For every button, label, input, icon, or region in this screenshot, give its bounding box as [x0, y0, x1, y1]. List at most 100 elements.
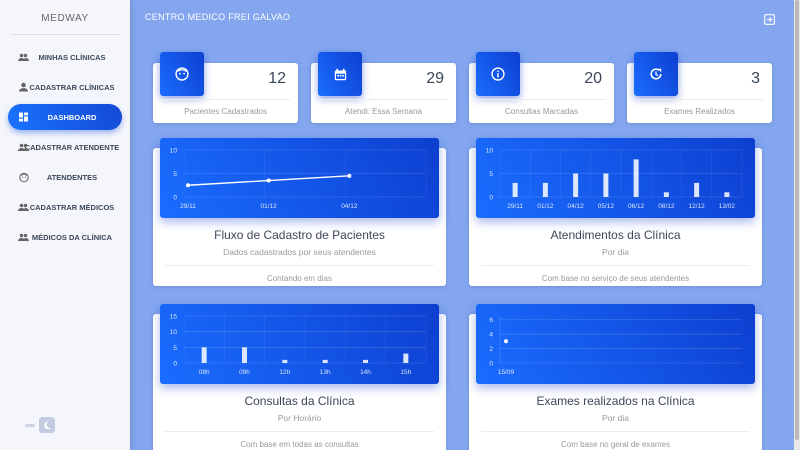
stat-card-consultas: 20 Consultas Marcadas [469, 52, 614, 123]
divider [165, 265, 434, 266]
data-point [266, 178, 271, 183]
y-tick-label: 5 [489, 171, 493, 178]
card-subtitle: Por dia [602, 247, 629, 257]
x-tick-label: 01/12 [261, 203, 278, 210]
scatter-chart: 0 2 4 6 15/09 [489, 316, 742, 376]
chart-panel: 0 2 4 6 15/09 [476, 304, 755, 384]
bar [201, 347, 207, 363]
data-point [186, 183, 190, 188]
bar [322, 359, 328, 363]
sidebar-item-cadastrar-clinicas[interactable]: CADASTRAR CLÍNICAS [8, 72, 122, 102]
stat-value: 12 [268, 70, 286, 87]
x-tick-label: 01/12 [537, 203, 554, 210]
chart-card-exames: 0 2 4 6 15/09 Exames realizados na Clínica P… [469, 304, 762, 450]
chart-panel: 0 5 10 29/11 01/12 04/12 [160, 138, 439, 218]
x-tick-label: 12/12 [688, 203, 705, 210]
card-subtitle: Dados cadastrados por seus atendentes [223, 247, 376, 257]
brand-logo: MEDWAY [41, 13, 89, 24]
divider [481, 431, 750, 432]
stat-card-pacientes: 12 Pacientes Cadastrados [153, 52, 298, 123]
bar [542, 182, 548, 197]
info-icon [476, 52, 520, 96]
sidebar-item-minhas-clinicas[interactable]: MINHAS CLÍNICAS [8, 42, 122, 72]
bar-chart: 0 5 10 29/11 01/12 04/12 05/12 06/12 08/12 12/12 1… [486, 148, 743, 210]
card-title: Exames realizados na Clínica [536, 394, 695, 408]
sidebar-item-dashboard[interactable]: DASHBOARD [8, 104, 122, 130]
y-tick-label: 0 [173, 195, 177, 202]
chart-card-atendimentos: 0 5 10 29/11 01/12 04/12 05/12 06/12 08/12 12/12 1… [469, 138, 762, 286]
face-icon [160, 52, 204, 96]
bar [633, 159, 639, 197]
sidebar-item-atendentes[interactable]: ATENDENTES [8, 162, 122, 192]
stat-label: Exames Realizados [664, 107, 735, 116]
x-tick-label: 09h [239, 369, 250, 376]
x-tick-label: 04/12 [341, 203, 358, 210]
bar-chart: 0 5 10 15 08h 09h 12h 13h 14h 15h [170, 314, 427, 376]
y-tick-label: 10 [486, 148, 494, 155]
x-tick-label: 05/12 [598, 203, 615, 210]
x-tick-label: 29/11 [507, 203, 523, 210]
sidebar-nav: MINHAS CLÍNICAS CADASTRAR CLÍNICAS DASHB… [0, 42, 130, 252]
bar [242, 347, 247, 363]
scrollbar-thumb[interactable] [795, 0, 799, 440]
bar [663, 192, 669, 197]
stat-label: Pacientes Cadastrados [184, 107, 267, 116]
card-title: Atendimentos da Clínica [550, 228, 681, 242]
card-footer: Com base em todas as consultas [240, 440, 359, 449]
face-icon [18, 172, 29, 183]
y-tick-label: 0 [489, 195, 493, 202]
people-icon [18, 142, 29, 153]
logout-icon[interactable] [764, 12, 775, 25]
data-point [347, 173, 352, 178]
x-tick-label: 13h [320, 369, 331, 376]
page-title: CENTRO MEDICO FREI GALVAO [145, 12, 291, 22]
x-tick-label: 29/11 [180, 203, 196, 210]
divider [635, 99, 764, 100]
bar [724, 192, 730, 197]
sidebar-item-medicos-da-clinica[interactable]: MÉDICOS DA CLÍNICA [8, 222, 122, 252]
y-tick-label: 5 [173, 345, 177, 352]
bar [512, 182, 518, 197]
card-footer: Com base no serviço de seus atendentes [541, 274, 690, 283]
x-tick-label: 08/12 [658, 203, 675, 210]
sidebar-item-cadastrar-atendente[interactable]: CADASTRAR ATENDENTE [8, 132, 122, 162]
y-tick-label: 15 [170, 314, 178, 321]
toggle-track [25, 423, 35, 427]
card-footer: Com base no geral de exames [561, 440, 670, 449]
card-title: Consultas da Clínica [244, 394, 355, 408]
x-tick-label: 15h [400, 369, 411, 376]
people-icon [18, 52, 29, 63]
x-tick-label: 15/09 [498, 369, 515, 376]
calendar-icon [318, 52, 362, 96]
theme-toggle[interactable] [25, 417, 55, 433]
sidebar-item-cadastrar-medicos[interactable]: CADASTRAR MÉDICOS [8, 192, 122, 222]
scrollbar[interactable] [794, 0, 800, 450]
divider [477, 99, 606, 100]
sidebar: MEDWAY MINHAS CLÍNICAS CADASTRAR CLÍNICA… [0, 0, 130, 450]
chart-card-consultas: 0 5 10 15 08h 09h 12h 13h 14h 15h Consultas da Cl… [153, 304, 446, 450]
people-icon [18, 232, 29, 243]
y-tick-label: 0 [173, 361, 177, 368]
moon-icon [39, 417, 55, 433]
update-icon [634, 52, 678, 96]
card-title: Fluxo de Cadastro de Pacientes [214, 228, 385, 242]
stat-card-exames: 3 Exames Realizados [627, 52, 772, 123]
y-tick-label: 0 [489, 361, 493, 368]
y-tick-label: 2 [489, 346, 493, 353]
bar [603, 173, 609, 197]
y-tick-label: 5 [173, 171, 177, 178]
x-tick-label: 06/12 [628, 203, 645, 210]
divider [10, 34, 120, 35]
bar [363, 359, 368, 363]
stat-label: Atendi. Essa Semana [345, 107, 422, 116]
y-tick-label: 4 [489, 332, 493, 339]
divider [161, 99, 290, 100]
divider [481, 265, 750, 266]
bar [403, 353, 409, 363]
divider [165, 431, 434, 432]
bar [573, 173, 579, 197]
x-tick-label: 14h [360, 369, 371, 376]
card-subtitle: Por Horário [277, 413, 322, 423]
bar [282, 359, 288, 363]
card-subtitle: Por dia [602, 413, 629, 423]
